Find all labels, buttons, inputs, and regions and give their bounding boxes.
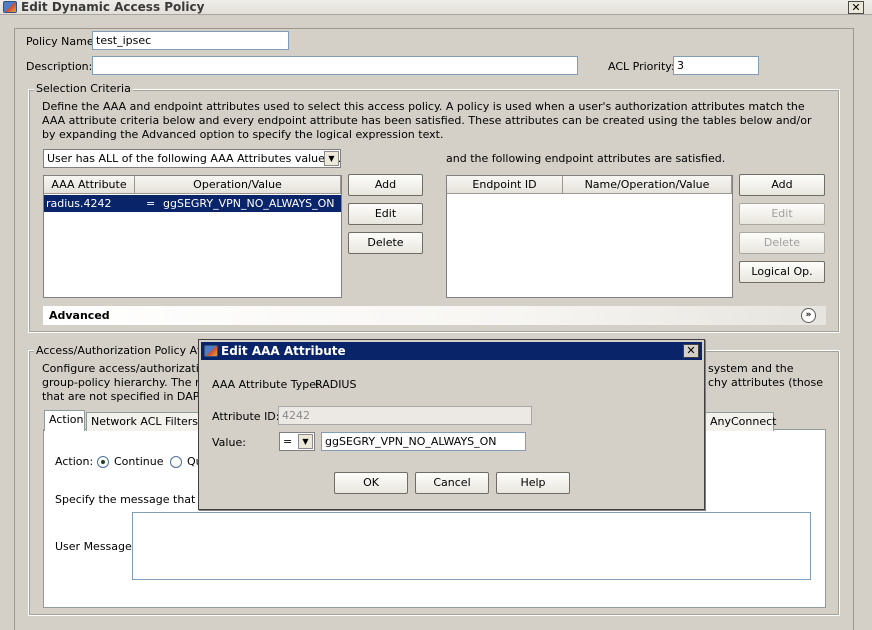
ok-button[interactable]: OK bbox=[334, 472, 408, 494]
window-titlebar: Edit Dynamic Access Policy ✕ bbox=[0, 0, 872, 15]
dialog-titlebar: Edit AAA Attribute ✕ bbox=[201, 342, 702, 360]
endpoint-delete-button[interactable]: Delete bbox=[739, 232, 825, 254]
dialog-close-button[interactable]: ✕ bbox=[683, 344, 699, 358]
endpoint-col-value[interactable]: Name/Operation/Value bbox=[563, 176, 732, 194]
endpoint-caption: and the following endpoint attributes ar… bbox=[446, 152, 726, 165]
acl-priority-input[interactable]: 3 bbox=[673, 56, 759, 75]
value-label: Value: bbox=[212, 436, 246, 449]
message-prompt: Specify the message that will bbox=[55, 493, 218, 506]
aaa-col-attribute[interactable]: AAA Attribute bbox=[44, 176, 135, 194]
edit-aaa-attribute-dialog: Edit AAA Attribute ✕ AAA Attribute Type:… bbox=[198, 339, 705, 510]
match-mode-value: User has ALL of the following AAA Attrib… bbox=[47, 152, 342, 165]
endpoint-edit-button[interactable]: Edit bbox=[739, 203, 825, 225]
action-continue-radio[interactable] bbox=[97, 456, 109, 468]
acl-priority-label: ACL Priority: bbox=[608, 60, 675, 73]
tab-anyconnect[interactable]: AnyConnect bbox=[705, 412, 777, 431]
app-icon bbox=[3, 1, 17, 13]
dialog-title: Edit AAA Attribute bbox=[221, 344, 346, 358]
action-label: Action: bbox=[55, 455, 94, 468]
endpoint-col-id[interactable]: Endpoint ID bbox=[447, 176, 563, 194]
aaa-row-value: ggSEGRY_VPN_NO_ALWAYS_ON bbox=[163, 197, 335, 210]
help-button[interactable]: Help bbox=[496, 472, 570, 494]
chevron-down-icon[interactable]: ▼ bbox=[324, 151, 339, 166]
attribute-id-input[interactable]: 4242 bbox=[278, 406, 532, 425]
window-close-button[interactable]: ✕ bbox=[848, 1, 864, 14]
attribute-id-label: Attribute ID: bbox=[212, 410, 280, 423]
description-label: Description: bbox=[26, 60, 93, 73]
attribute-type-label: AAA Attribute Type: bbox=[212, 378, 320, 391]
table-row[interactable]: radius.4242 = ggSEGRY_VPN_NO_ALWAYS_ON bbox=[44, 195, 341, 212]
user-message-label: User Message: bbox=[55, 540, 136, 553]
cancel-button[interactable]: Cancel bbox=[415, 472, 489, 494]
advanced-label: Advanced bbox=[49, 309, 110, 322]
aaa-row-attribute: radius.4242 bbox=[46, 197, 112, 210]
logical-op-button[interactable]: Logical Op. bbox=[739, 261, 825, 283]
tab-action[interactable]: Action bbox=[44, 410, 85, 431]
policy-name-input[interactable]: test_ipsec bbox=[92, 31, 289, 50]
tab-network-acl-filters[interactable]: Network ACL Filters (c bbox=[86, 412, 212, 431]
access-policy-title: Access/Authorization Policy Attrib bbox=[34, 344, 223, 357]
aaa-edit-button[interactable]: Edit bbox=[348, 203, 423, 225]
policy-name-label: Policy Name: bbox=[26, 35, 98, 48]
action-continue-label[interactable]: Continue bbox=[114, 455, 163, 468]
aaa-attribute-table: AAA Attribute Operation/Value radius.424… bbox=[43, 175, 342, 298]
attribute-value-input[interactable]: ggSEGRY_VPN_NO_ALWAYS_ON bbox=[321, 432, 526, 451]
selection-description: Define the AAA and endpoint attributes u… bbox=[42, 100, 812, 141]
match-mode-select[interactable]: User has ALL of the following AAA Attrib… bbox=[43, 149, 341, 168]
aaa-col-operation[interactable]: Operation/Value bbox=[135, 176, 341, 194]
expand-chevron-icon[interactable]: » bbox=[801, 308, 816, 323]
access-desc-line2-right: chy attributes (those bbox=[708, 376, 824, 389]
advanced-expander[interactable]: Advanced » bbox=[43, 306, 826, 325]
endpoint-add-button[interactable]: Add bbox=[739, 174, 825, 196]
access-desc-line3: that are not specified in DAP). bbox=[42, 390, 208, 403]
access-desc-line1-right: system and the bbox=[708, 362, 794, 375]
window-title: Edit Dynamic Access Policy bbox=[21, 0, 205, 14]
dialog-app-icon bbox=[204, 345, 218, 357]
operator-chevron-down-icon[interactable]: ▼ bbox=[298, 434, 313, 449]
user-message-textarea[interactable] bbox=[132, 512, 811, 580]
aaa-delete-button[interactable]: Delete bbox=[348, 232, 423, 254]
operator-value: = bbox=[283, 435, 293, 448]
selection-criteria-title: Selection Criteria bbox=[34, 82, 133, 95]
endpoint-table: Endpoint ID Name/Operation/Value bbox=[446, 175, 733, 298]
attribute-type-value: RADIUS bbox=[315, 378, 357, 391]
access-desc-line2: group-policy hierarchy. The resu bbox=[42, 376, 219, 389]
aaa-row-operator: = bbox=[146, 197, 156, 210]
access-desc-line1: Configure access/authorization a bbox=[42, 362, 223, 375]
description-input[interactable] bbox=[92, 56, 578, 75]
aaa-add-button[interactable]: Add bbox=[348, 174, 423, 196]
action-quarantine-radio[interactable] bbox=[170, 456, 182, 468]
operator-select[interactable]: = ▼ bbox=[279, 432, 315, 451]
